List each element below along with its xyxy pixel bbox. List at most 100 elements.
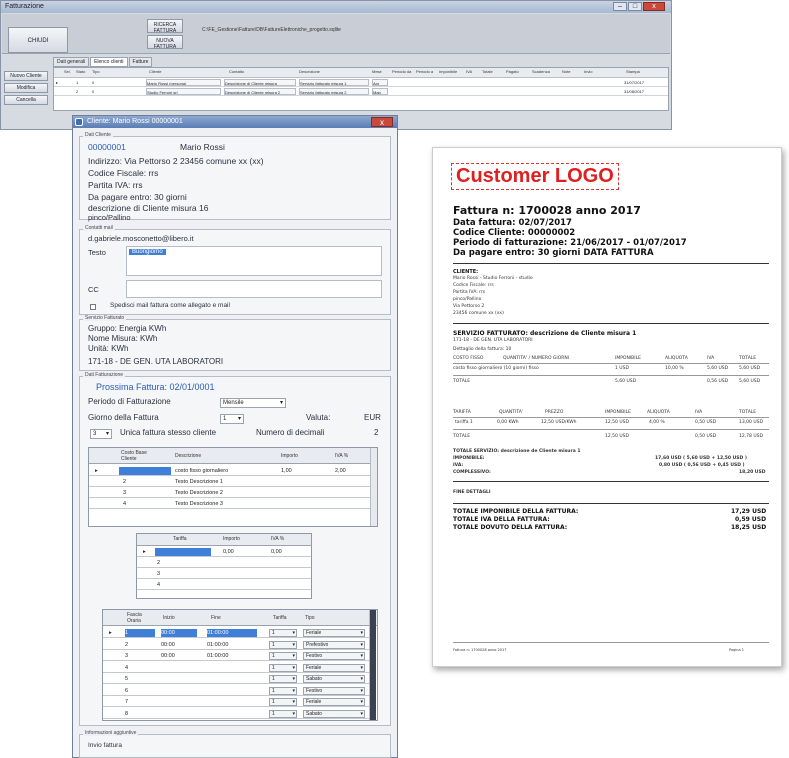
t2-cell: 12,50 USD [605, 420, 629, 425]
table-row[interactable]: 7 1 ▾ Feriale ▾ [103, 697, 369, 707]
row-mese[interactable]: Mag [372, 88, 388, 95]
ricerca-fattura-button[interactable]: RICERCA FATTURA [147, 19, 183, 34]
table-row[interactable]: ▸ 1 00:00 01:00:00 1 ▾ Feriale ▾ [103, 628, 369, 638]
table-row[interactable]: 5 1 ▾ Sabato ▾ [103, 674, 369, 684]
row-tariffa-select[interactable]: 1 ▾ [269, 629, 297, 637]
row-inizio[interactable] [161, 687, 197, 695]
row-inizio[interactable]: 00:00 [161, 641, 197, 649]
row-inizio[interactable] [161, 698, 197, 706]
table-row[interactable]: ▸ 1 0 Mario Rossi (persona) Descrizione … [54, 78, 668, 87]
spedisci-checkbox[interactable] [90, 304, 96, 310]
main-toolbar: CHIUDI RICERCA FATTURA NUOVA FATTURA C:\… [2, 14, 670, 54]
row-tipo-select[interactable]: Feriale ▾ [303, 663, 365, 672]
scrollbar[interactable] [370, 448, 377, 526]
row-fine[interactable] [207, 698, 257, 706]
table-row[interactable]: 3 00:00 01:00:00 1 ▾ Festivo ▾ [103, 651, 369, 661]
giorno-select[interactable]: 1 ▾ [220, 414, 244, 424]
row-tariffa-select[interactable]: 1 ▾ [269, 675, 297, 683]
chevron-down-icon: ▾ [279, 400, 283, 406]
table-row[interactable]: 2 [137, 558, 311, 568]
clienti-grid[interactable]: Sel. Stato Tipo Cliente Contatto Descriz… [53, 67, 669, 111]
cliente-close-button[interactable]: x [371, 117, 393, 127]
row-contatto-combo[interactable]: Descrizione di Cliente misura 2 [224, 88, 296, 95]
row-tariffa-select[interactable]: 1 ▾ [269, 652, 297, 660]
row-tipo: Festivo [306, 687, 323, 694]
divider [453, 263, 769, 264]
table-row[interactable]: 3 Testo Descrizione 2 [89, 488, 371, 498]
nuova-fattura-button[interactable]: NUOVA FATTURA [147, 35, 183, 50]
grid-header: Costo Base Cliente Descrizione Importo I… [89, 448, 371, 464]
maximize-icon[interactable]: □ [628, 2, 642, 11]
table-row[interactable]: 2 00:00 01:00:00 1 ▾ Prefestivo ▾ [103, 640, 369, 650]
table-row[interactable]: ▸ 0,00 0,00 [137, 547, 311, 557]
periodo-select[interactable]: Mensile ▾ [220, 398, 286, 408]
chevron-down-icon: ▾ [292, 664, 295, 671]
tab-elenco-clienti[interactable]: Elenco clienti [90, 57, 128, 67]
minimize-icon[interactable]: – [613, 2, 627, 11]
chevron-down-icon: ▾ [360, 653, 363, 659]
row-tipo-select[interactable]: Sabato ▾ [303, 709, 365, 718]
row-tipo-select[interactable]: Festivo ▾ [303, 686, 365, 695]
divider [453, 642, 769, 643]
row-fine[interactable] [207, 675, 257, 683]
row-number: 4 [123, 501, 127, 507]
table-row[interactable]: ▸ costo fisso giornaliero 1,00 2,00 [89, 466, 371, 476]
testo-field[interactable]: Buongiorno [126, 246, 382, 276]
row-cliente-combo[interactable]: Studio Ferroni srl [146, 88, 221, 95]
table-row[interactable]: 4 Testo Descrizione 3 [89, 499, 371, 509]
row-inizio[interactable] [161, 664, 197, 672]
scrollbar[interactable] [369, 610, 376, 720]
row-inizio[interactable]: 00:00 [161, 629, 197, 637]
tab-dati-generali[interactable]: Dati generali [53, 57, 90, 67]
row-tipo-select[interactable]: Sabato ▾ [303, 675, 365, 683]
modifica-button[interactable]: Modifica [4, 83, 48, 93]
t2-cell: 0,50 USD [695, 420, 717, 425]
row-cliente-combo[interactable]: Mario Rossi (persona) [146, 79, 221, 86]
row-fine[interactable]: 01:00:00 [207, 629, 257, 637]
row-tipo-select[interactable]: Feriale ▾ [303, 629, 365, 637]
row-tipo-select[interactable]: Feriale ▾ [303, 698, 365, 706]
row-fine[interactable] [207, 710, 257, 718]
gruppo: Gruppo: Energia KWh [88, 324, 167, 333]
chiudi-button[interactable]: CHIUDI [8, 27, 68, 53]
nuovo-cliente-button[interactable]: Nuovo Cliente [4, 71, 48, 81]
costi-base-grid[interactable]: Costo Base Cliente Descrizione Importo I… [88, 447, 378, 527]
row-descrizione-combo[interactable]: Servizio fatturato misura 2 [299, 88, 369, 95]
row-tariffa-select[interactable]: 1 ▾ [269, 686, 297, 695]
row-inizio[interactable] [161, 710, 197, 718]
main-close-button[interactable]: x [643, 2, 665, 11]
row-tariffa-select[interactable]: 1 ▾ [269, 698, 297, 706]
row-tipo-select[interactable]: Festivo ▾ [303, 652, 365, 660]
row-fine[interactable]: 01:00:00 [207, 652, 257, 660]
table-row[interactable]: 6 1 ▾ Festivo ▾ [103, 686, 369, 696]
row-tipo-select[interactable]: Prefestivo ▾ [303, 640, 365, 649]
table-row[interactable]: 4 [137, 580, 311, 590]
table-row[interactable]: 2 0 Studio Ferroni srl Descrizione di Cl… [54, 87, 668, 96]
row-tariffa-select[interactable]: 1 ▾ [269, 663, 297, 672]
row-mese[interactable]: Apr [372, 79, 388, 86]
fasce-orarie-grid[interactable]: Fascia Oraria Inizio Fine Tariffa Tipo ▸… [102, 609, 378, 721]
tab-fatture[interactable]: Fatture [128, 57, 153, 67]
row-iva: 0,00 [271, 549, 282, 555]
row-fine[interactable]: 01:00:00 [207, 641, 257, 649]
table-row[interactable]: 3 [137, 569, 311, 579]
cc-field[interactable] [126, 280, 382, 298]
table-row[interactable]: 2 Testo Descrizione 1 [89, 477, 371, 487]
table-row[interactable]: 4 1 ▾ Feriale ▾ [103, 663, 369, 673]
t1-total: 5,60 USD [615, 379, 637, 384]
row-kind: 0 [92, 89, 95, 94]
unica-select[interactable]: 3 ▾ [90, 429, 112, 439]
row-descrizione-combo[interactable]: Servizio fatturato misura 1 [299, 79, 369, 86]
row-tariffa-select[interactable]: 1 ▾ [269, 709, 297, 718]
row-contatto-combo[interactable]: Descrizione di Cliente misura [224, 79, 296, 86]
row-inizio[interactable]: 00:00 [161, 652, 197, 660]
chevron-down-icon: ▾ [292, 710, 295, 717]
row-inizio[interactable] [161, 675, 197, 683]
row-fine[interactable] [207, 664, 257, 672]
tariffe-grid[interactable]: Tariffa Importo IVA % ▸ 0,00 0,00 2 3 4 [136, 533, 312, 599]
row-fine[interactable] [207, 687, 257, 695]
table-row[interactable]: 8 1 ▾ Sabato ▾ [103, 709, 369, 719]
row-tariffa-select[interactable]: 1 ▾ [269, 640, 297, 649]
grid-header-cell: Pagato [506, 69, 519, 74]
cancella-button[interactable]: Cancella [4, 95, 48, 105]
